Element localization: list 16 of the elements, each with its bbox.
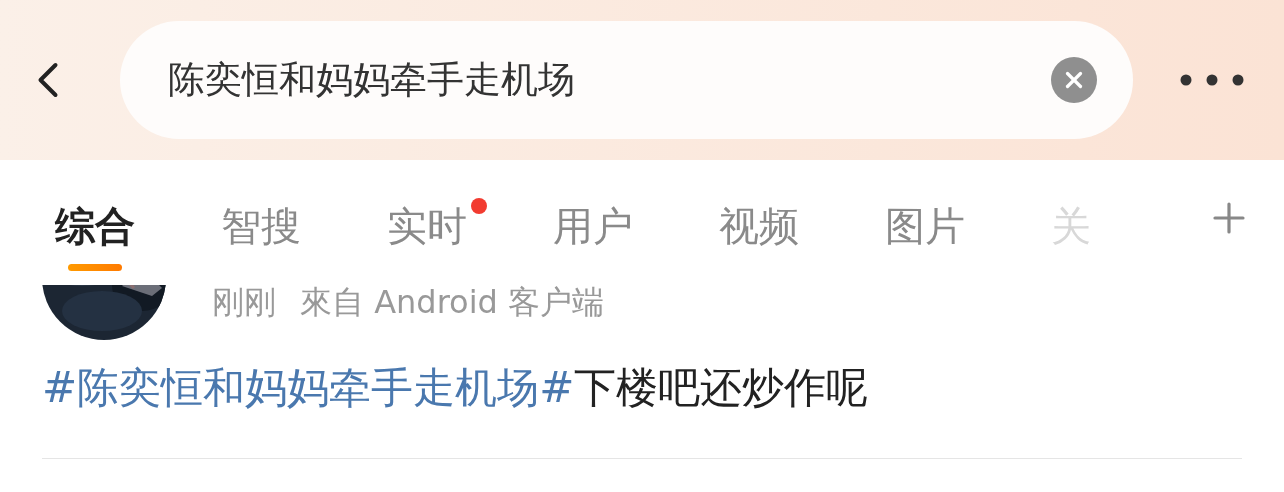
tab[interactable]: 综合	[55, 202, 135, 250]
hashtag-link[interactable]: #陈奕恒和妈妈牵手走机场#	[42, 363, 575, 412]
post-time: 刚刚	[212, 285, 276, 323]
search-field[interactable]: 陈奕恒和妈妈牵手走机场	[120, 21, 1133, 139]
tab[interactable]: 实时	[387, 202, 467, 250]
tab[interactable]: 智搜	[221, 202, 301, 250]
tab[interactable]: 视频	[719, 202, 799, 250]
more-icon	[1180, 74, 1244, 86]
tab[interactable]: 用户	[553, 202, 633, 250]
post-source: 來自 Android 客户端	[300, 285, 605, 323]
tab-indicator	[68, 264, 122, 271]
search-text: 陈奕恒和妈妈牵手走机场	[168, 57, 576, 104]
post-text: #陈奕恒和妈妈牵手走机场#下楼吧还炒作呢	[42, 362, 870, 414]
tab[interactable]: 图片	[885, 202, 965, 250]
more-button[interactable]	[1180, 74, 1244, 86]
clear-button[interactable]	[1051, 57, 1097, 103]
